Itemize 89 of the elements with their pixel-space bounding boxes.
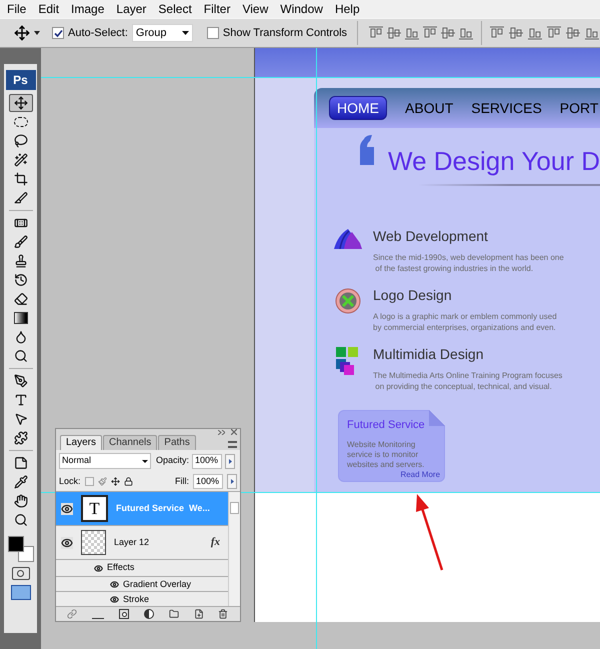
- show-transform-label: Show Transform Controls: [222, 26, 348, 41]
- heading: We Design Your D: [388, 148, 600, 174]
- effect-name: Gradient Overlay: [123, 580, 192, 588]
- screen-mode-icon[interactable]: [10, 585, 30, 600]
- effects-label: Effects: [107, 561, 134, 574]
- align-icon[interactable]: [404, 26, 420, 40]
- effect-name: Stroke: [123, 594, 150, 604]
- quick-mask-icon[interactable]: [12, 567, 30, 580]
- menu-item[interactable]: Select: [152, 3, 198, 15]
- align-icon[interactable]: [546, 26, 562, 40]
- card-text: Website Monitoring service is to monitor websites and servers.: [347, 440, 426, 470]
- menu-item[interactable]: Image: [65, 3, 110, 15]
- dropdown-caret-icon: [142, 460, 148, 462]
- app-logo: Ps: [6, 70, 36, 90]
- layer-row[interactable]: T Futured Service We...: [56, 492, 228, 526]
- nav-link[interactable]: PORT: [560, 101, 598, 115]
- opacity-label: Opacity:: [156, 454, 190, 468]
- nav-link[interactable]: HOME: [329, 96, 388, 120]
- folder-icon[interactable]: [168, 609, 179, 619]
- caret-icon[interactable]: [34, 31, 40, 35]
- align-icon[interactable]: [508, 26, 524, 40]
- service-title: Multimidia Design: [373, 347, 484, 361]
- adjustment-icon[interactable]: [144, 609, 154, 619]
- fill-label: Fill:: [175, 474, 189, 488]
- nav-link[interactable]: SERVICES: [471, 101, 542, 115]
- lock-pixels-icon[interactable]: [98, 477, 107, 486]
- menu-item[interactable]: View: [236, 3, 274, 15]
- lock-position-icon[interactable]: [110, 477, 120, 486]
- opacity-field[interactable]: 100%: [192, 454, 222, 468]
- auto-select-label: Auto-Select:: [68, 26, 128, 41]
- close-icon[interactable]: [231, 429, 237, 435]
- panel-tab[interactable]: Channels: [103, 435, 158, 450]
- visibility-eye-icon[interactable]: [94, 564, 103, 572]
- move-tool-icon[interactable]: [14, 25, 30, 41]
- service-title: Logo Design: [373, 288, 453, 302]
- service-description: Since the mid-1990s, web development has been one of the fastest growing industries in the world.: [373, 252, 564, 274]
- text-layer-thumbnail: T: [81, 495, 108, 522]
- auto-select-dropdown[interactable]: Group: [132, 24, 193, 42]
- menu-item[interactable]: Window: [274, 3, 329, 15]
- service-description: The Multimedia Arts Online Training Program focuses on providing the conceptual, technical, and visual.: [373, 370, 562, 392]
- visibility-eye-icon[interactable]: [61, 536, 73, 548]
- scrollbar[interactable]: [228, 492, 240, 606]
- mask-icon[interactable]: [119, 609, 130, 619]
- arc-logo-icon: [334, 229, 362, 249]
- visibility-eye-icon[interactable]: [110, 594, 119, 604]
- squares-logo-icon: [336, 347, 360, 375]
- read-more-link[interactable]: Read More: [400, 471, 440, 479]
- collapse-icon[interactable]: [218, 430, 225, 434]
- menu-item[interactable]: File: [1, 3, 32, 15]
- lock-label: Lock:: [59, 474, 81, 488]
- align-icon[interactable]: [527, 26, 544, 40]
- dropdown-caret-icon: [182, 31, 189, 35]
- checkbox[interactable]: [206, 27, 219, 39]
- align-icon[interactable]: [584, 26, 600, 40]
- checkbox[interactable]: [52, 27, 64, 39]
- quote-mark-icon: [360, 135, 374, 165]
- trash-icon[interactable]: [218, 609, 228, 619]
- move-icon[interactable]: [8, 94, 32, 112]
- align-icon[interactable]: [565, 26, 582, 40]
- panel-tab[interactable]: Paths: [158, 435, 196, 450]
- align-icon[interactable]: [489, 26, 506, 40]
- visibility-eye-icon[interactable]: [61, 502, 73, 514]
- panel-menu-icon[interactable]: [228, 441, 237, 448]
- new-layer-icon[interactable]: [194, 609, 204, 619]
- layer-name: Futured Service We...: [116, 502, 210, 515]
- panel-tab[interactable]: Layers: [60, 435, 102, 450]
- service-description: A logo is a graphic mark or emblem commonly used by commercial enterprises, organizations and even.: [373, 311, 557, 333]
- layer-name: Layer 12: [114, 536, 150, 549]
- color-swatches-icon[interactable]: [8, 536, 34, 562]
- blend-mode-dropdown[interactable]: Normal: [59, 453, 151, 469]
- align-icon[interactable]: [368, 26, 384, 40]
- visibility-eye-icon[interactable]: [110, 580, 119, 588]
- round-x-logo-icon: [335, 288, 362, 314]
- lock-icon[interactable]: [124, 477, 133, 486]
- menu-item[interactable]: Help: [328, 3, 366, 15]
- menu-item[interactable]: Filter: [198, 3, 236, 15]
- fill-field[interactable]: 100%: [193, 474, 223, 489]
- nav-link[interactable]: ABOUT: [405, 101, 454, 115]
- effects-label: fx: [210, 535, 220, 550]
- align-icon[interactable]: [440, 26, 456, 40]
- transparent-thumbnail: [81, 530, 106, 555]
- service-title: Web Development: [373, 229, 489, 243]
- card-title: Futured Service: [347, 420, 426, 431]
- align-icon[interactable]: [422, 26, 438, 40]
- link-icon[interactable]: [67, 609, 78, 619]
- align-icon[interactable]: [458, 26, 474, 40]
- menu-item[interactable]: Layer: [110, 3, 152, 15]
- align-icon[interactable]: [386, 26, 402, 40]
- menu-item[interactable]: Edit: [32, 3, 66, 15]
